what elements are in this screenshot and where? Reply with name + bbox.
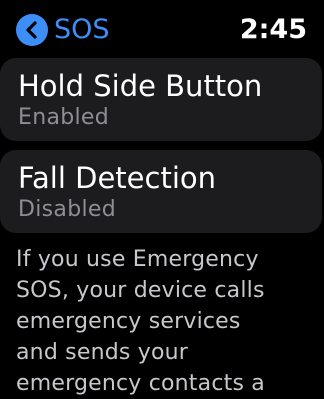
description-line: and sends your <box>16 340 189 365</box>
fall-detection-status: Disabled <box>18 197 116 222</box>
description-line: SOS, your device calls <box>16 278 265 303</box>
back-button[interactable]: SOS <box>16 13 110 47</box>
clock: 2:45 <box>239 14 307 45</box>
emergency-sos-description: If you use Emergency SOS, your device ca… <box>16 244 316 399</box>
description-line: emergency services <box>16 309 241 334</box>
hold-side-button-title: Hold Side Button <box>18 69 263 103</box>
hold-side-button-status: Enabled <box>18 105 110 130</box>
description-line: If you use Emergency <box>16 247 259 272</box>
description-line: emergency contacts a <box>16 371 265 396</box>
chevron-left-circle-icon <box>16 14 48 46</box>
status-bar: SOS 2:45 <box>0 0 324 58</box>
hold-side-button-setting[interactable]: Hold Side Button Enabled <box>0 58 322 141</box>
fall-detection-title: Fall Detection <box>18 161 217 195</box>
fall-detection-setting[interactable]: Fall Detection Disabled <box>0 150 322 233</box>
back-label: SOS <box>54 14 110 45</box>
